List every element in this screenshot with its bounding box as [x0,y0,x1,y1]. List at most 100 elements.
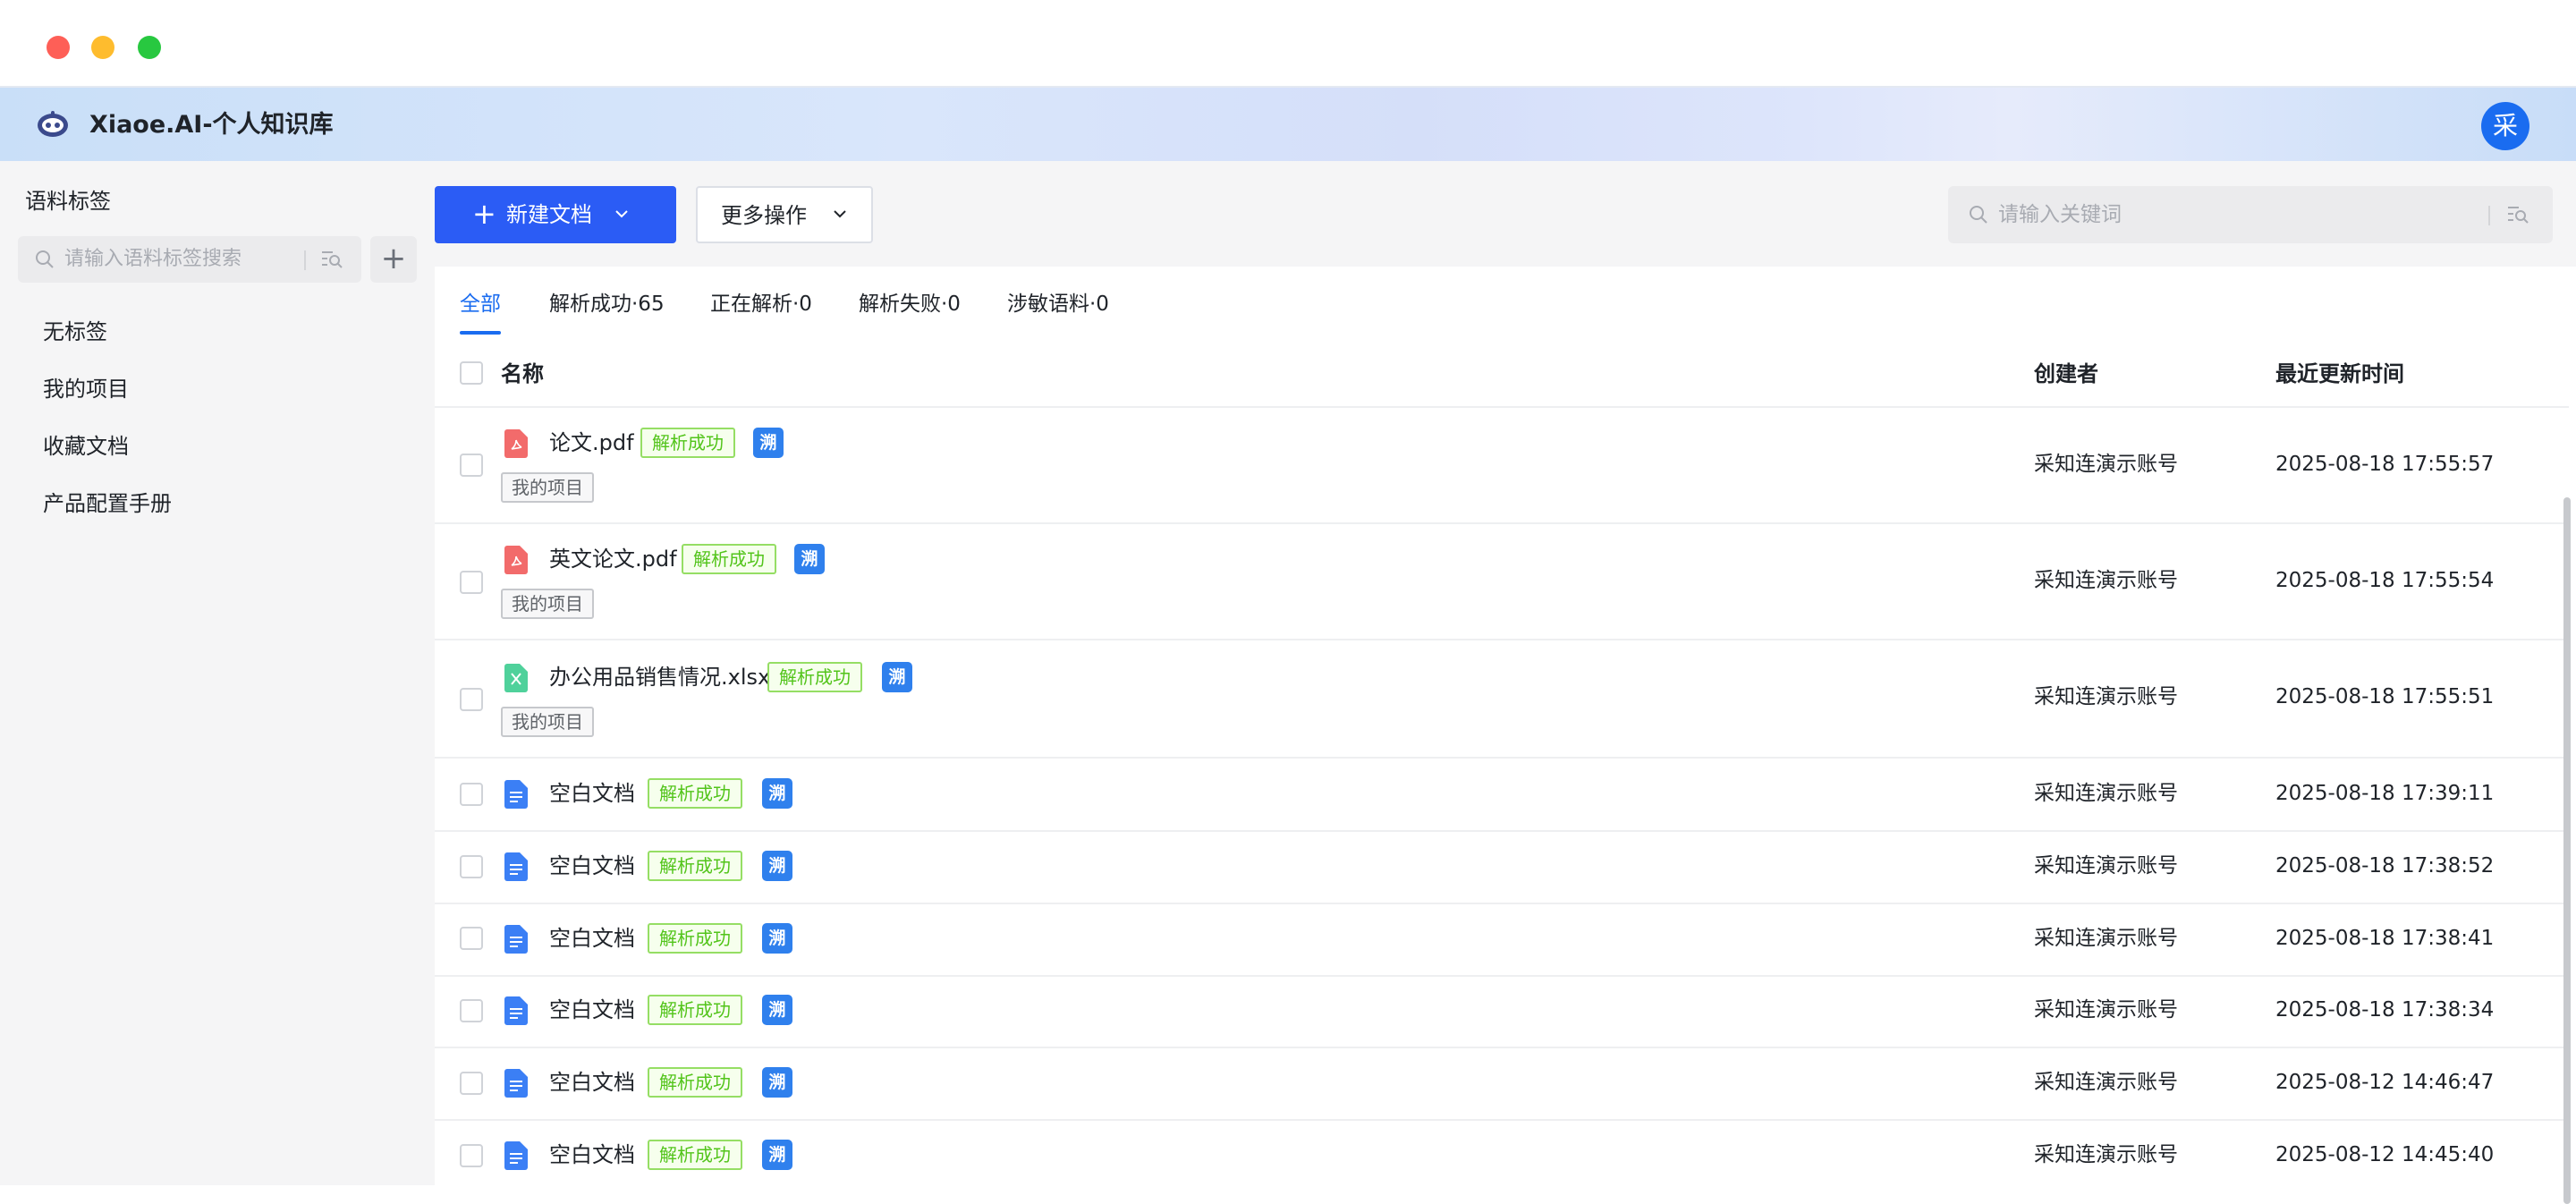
robot-logo-icon [38,111,68,137]
more-actions-label: 更多操作 [721,203,807,228]
more-actions-button[interactable]: 更多操作 [696,186,873,243]
updated-time: 2025-08-18 17:55:51 [2275,685,2495,708]
creator-name: 采知连演示账号 [2034,782,2178,805]
status-badge: 解析成功 [648,778,742,809]
row-checkbox[interactable] [460,927,483,950]
row-checkbox[interactable] [460,1072,483,1095]
window-close-button[interactable] [47,36,70,59]
vertical-scrollbar[interactable] [2563,497,2571,1204]
doc-icon [504,1141,528,1170]
row-divider [435,639,2569,640]
plus-icon: + [472,197,496,231]
tag-chip[interactable]: 我的项目 [501,472,594,503]
row-divider [435,522,2569,524]
search-icon [1970,206,1987,224]
trace-badge[interactable]: 溯 [882,662,912,692]
row-checkbox[interactable] [460,783,483,806]
search-divider [304,250,306,270]
tag-chip[interactable]: 我的项目 [501,707,594,737]
status-badge: 解析成功 [767,662,862,692]
doc-icon [504,1069,528,1098]
tab-parsing[interactable]: 正在解析·0 [710,288,812,320]
file-name[interactable]: 空白文档 [549,1140,635,1170]
file-name[interactable]: 英文论文.pdf [549,544,677,574]
trace-badge[interactable]: 溯 [753,428,784,458]
sidebar-title: 语料标签 [25,189,111,214]
row-divider [435,1047,2569,1048]
advanced-search-icon[interactable] [2506,204,2529,225]
creator-name: 采知连演示账号 [2034,854,2178,878]
updated-time: 2025-08-18 17:55:57 [2275,453,2495,476]
status-badge: 解析成功 [648,995,742,1025]
row-checkbox[interactable] [460,571,483,594]
trace-badge[interactable]: 溯 [762,1067,792,1098]
updated-time: 2025-08-18 17:38:41 [2275,927,2495,950]
trace-badge[interactable]: 溯 [762,778,792,809]
file-name[interactable]: 空白文档 [549,851,635,881]
updated-time: 2025-08-18 17:39:11 [2275,782,2495,805]
tag-chip[interactable]: 我的项目 [501,589,594,619]
document-list: 全部 解析成功·65 正在解析·0 解析失败·0 涉敏语料·0 名称 创建者 最… [435,267,2576,1204]
window-minimize-button[interactable] [91,36,114,59]
trace-badge[interactable]: 溯 [762,1140,792,1170]
creator-name: 采知连演示账号 [2034,1071,2178,1094]
main-panel: + 新建文档 更多操作 请输入关键词 全部 解析成功·65 正在解析·0 解析失… [435,161,2576,1204]
sidebar-item-favorites[interactable]: 收藏文档 [43,431,129,462]
new-document-label: 新建文档 [506,202,592,227]
pdf-icon [504,546,528,574]
window-titlebar [0,0,2576,86]
user-avatar[interactable]: 采 [2481,102,2529,150]
new-document-button[interactable]: + 新建文档 [435,186,676,243]
tag-sidebar: 语料标签 请输入语料标签搜索 + 无标签 我的项目 收藏文档 产品配置手册 [0,161,435,1185]
select-all-checkbox[interactable] [460,361,483,385]
sidebar-item-no-tag[interactable]: 无标签 [43,317,107,347]
tab-all[interactable]: 全部 [460,288,501,320]
doc-icon [504,780,528,809]
trace-badge[interactable]: 溯 [762,923,792,954]
file-name[interactable]: 办公用品销售情况.xlsx [549,662,770,692]
file-name[interactable]: 空白文档 [549,778,635,809]
active-tab-indicator [460,331,501,335]
status-badge: 解析成功 [648,1140,742,1170]
creator-name: 采知连演示账号 [2034,1143,2178,1166]
advanced-search-icon[interactable] [320,249,343,270]
column-header-creator[interactable]: 创建者 [2034,358,2098,390]
trace-badge[interactable]: 溯 [794,544,825,574]
toolbar: + 新建文档 更多操作 请输入关键词 [435,161,2576,267]
tag-search-placeholder: 请输入语料标签搜索 [64,248,242,270]
app-header: Xiaoe.AI-个人知识库 采 [0,86,2576,161]
creator-name: 采知连演示账号 [2034,998,2178,1022]
status-badge: 解析成功 [682,544,776,574]
row-divider [435,757,2569,759]
tab-sensitive[interactable]: 涉敏语料·0 [1007,288,1109,320]
creator-name: 采知连演示账号 [2034,927,2178,950]
updated-time: 2025-08-18 17:55:54 [2275,569,2495,592]
pdf-icon [504,429,528,458]
sidebar-item-my-projects[interactable]: 我的项目 [43,374,129,404]
row-checkbox[interactable] [460,855,483,878]
tag-search-input[interactable]: 请输入语料标签搜索 [18,236,361,283]
tab-parse-success[interactable]: 解析成功·65 [549,288,665,320]
row-checkbox[interactable] [460,688,483,711]
creator-name: 采知连演示账号 [2034,569,2178,592]
row-checkbox[interactable] [460,1144,483,1167]
column-header-name[interactable]: 名称 [501,358,544,390]
column-header-updated[interactable]: 最近更新时间 [2275,358,2404,390]
updated-time: 2025-08-12 14:45:40 [2275,1143,2495,1166]
row-checkbox[interactable] [460,999,483,1022]
file-name[interactable]: 空白文档 [549,995,635,1025]
file-name[interactable]: 空白文档 [549,1067,635,1098]
trace-badge[interactable]: 溯 [762,851,792,881]
file-name[interactable]: 论文.pdf [549,428,634,458]
keyword-search-input[interactable]: 请输入关键词 [1948,186,2553,243]
window-zoom-button[interactable] [138,36,161,59]
sidebar-item-product-manual[interactable]: 产品配置手册 [43,488,172,519]
row-divider [435,903,2569,904]
add-tag-button[interactable]: + [370,236,417,283]
tab-parse-failed[interactable]: 解析失败·0 [859,288,961,320]
creator-name: 采知连演示账号 [2034,453,2178,476]
trace-badge[interactable]: 溯 [762,995,792,1025]
row-checkbox[interactable] [460,454,483,477]
file-name[interactable]: 空白文档 [549,923,635,954]
status-badge: 解析成功 [648,851,742,881]
